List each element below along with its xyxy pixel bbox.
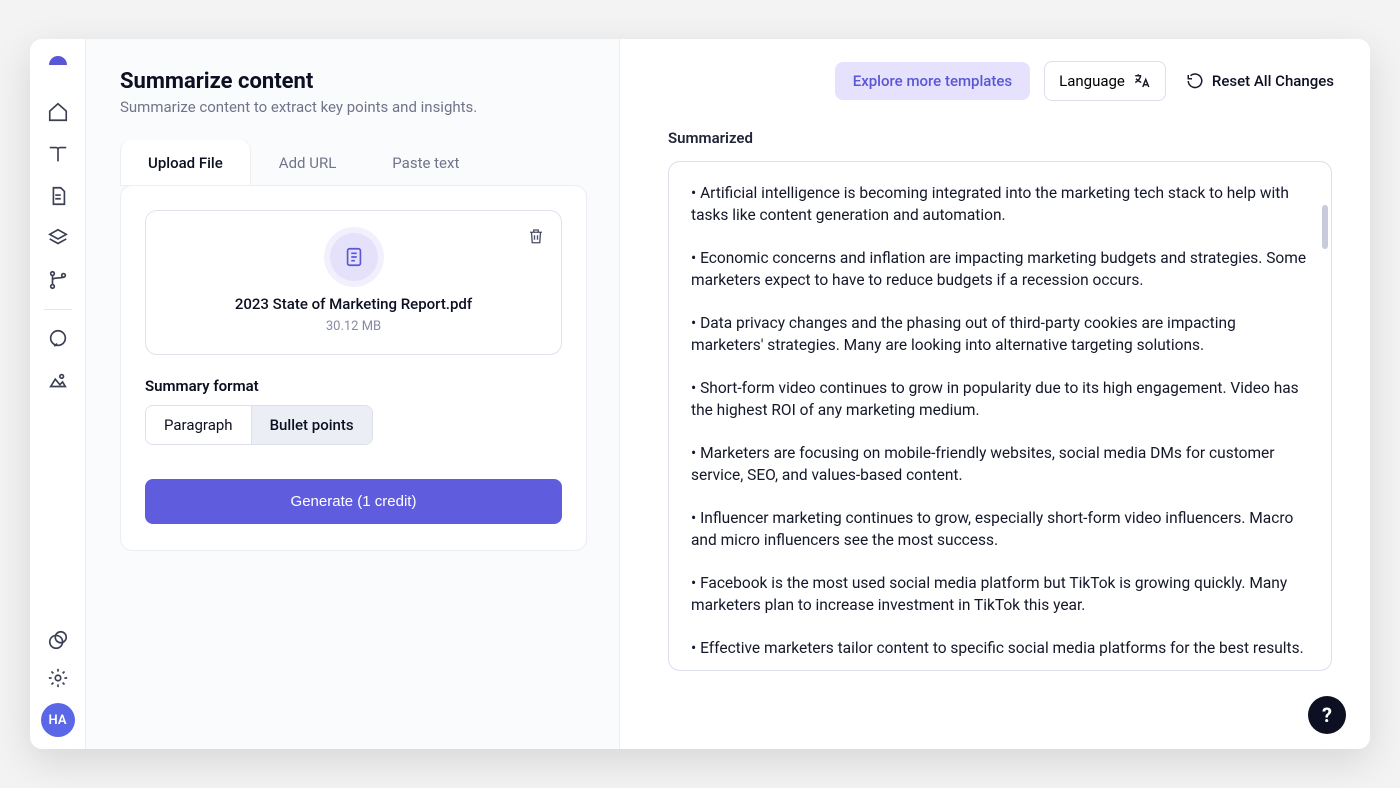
output-bullet: • Effective marketers tailor content to … — [691, 637, 1309, 659]
chat-icon[interactable] — [47, 328, 69, 350]
output-text: • Artificial intelligence is becoming in… — [668, 161, 1332, 671]
page-subtitle: Summarize content to extract key points … — [120, 98, 587, 116]
explore-templates-button[interactable]: Explore more templates — [835, 62, 1030, 100]
layers-icon[interactable] — [47, 227, 69, 249]
help-fab[interactable]: ? — [1308, 696, 1346, 734]
output-bullet: • Influencer marketing continues to grow… — [691, 507, 1309, 552]
file-size: 30.12 MB — [166, 319, 541, 334]
gear-icon[interactable] — [47, 667, 69, 689]
page-title: Summarize content — [120, 69, 587, 94]
sidebar: HA — [30, 39, 86, 749]
output-bullet: • Artificial intelligence is becoming in… — [691, 182, 1309, 227]
book-icon[interactable] — [47, 143, 69, 165]
output-bullet: • Data privacy changes and the phasing o… — [691, 312, 1309, 357]
summary-format-toggle: Paragraph Bullet points — [145, 405, 373, 445]
format-option-paragraph[interactable]: Paragraph — [146, 406, 252, 444]
translate-icon — [1133, 72, 1151, 90]
output-bullet: • Short-form video continues to grow in … — [691, 377, 1309, 422]
language-button[interactable]: Language — [1044, 61, 1166, 101]
file-icon — [330, 233, 378, 281]
file-name: 2023 State of Marketing Report.pdf — [166, 295, 541, 313]
config-panel: Summarize content Summarize content to e… — [86, 39, 620, 749]
trash-icon[interactable] — [527, 227, 545, 245]
image-icon[interactable] — [47, 370, 69, 392]
input-tabs: Upload File Add URL Paste text — [120, 140, 587, 186]
output-bullet: • Facebook is the most used social media… — [691, 572, 1309, 617]
token-icon[interactable] — [47, 629, 69, 651]
brand-logo-icon — [46, 53, 70, 77]
document-icon[interactable] — [47, 185, 69, 207]
format-option-bullet-points[interactable]: Bullet points — [252, 406, 372, 444]
tab-upload-file[interactable]: Upload File — [120, 140, 251, 186]
undo-icon — [1186, 72, 1204, 90]
output-bullet: • Marketers are focusing on mobile-frien… — [691, 442, 1309, 487]
output-bullet: • Economic concerns and inflation are im… — [691, 247, 1309, 292]
output-title: Summarized — [668, 129, 1332, 147]
upload-card: 2023 State of Marketing Report.pdf 30.12… — [120, 185, 587, 551]
reset-all-button[interactable]: Reset All Changes — [1180, 72, 1340, 90]
generate-button[interactable]: Generate (1 credit) — [145, 479, 562, 524]
language-button-label: Language — [1059, 72, 1125, 90]
reset-all-label: Reset All Changes — [1212, 72, 1334, 90]
branch-icon[interactable] — [47, 269, 69, 291]
user-avatar[interactable]: HA — [41, 703, 75, 737]
uploaded-file-box: 2023 State of Marketing Report.pdf 30.12… — [145, 210, 562, 355]
scrollbar-thumb[interactable] — [1322, 205, 1328, 249]
tab-add-url[interactable]: Add URL — [251, 140, 364, 186]
summary-format-label: Summary format — [145, 377, 562, 395]
tab-paste-text[interactable]: Paste text — [364, 140, 487, 186]
home-icon[interactable] — [47, 101, 69, 123]
output-panel: Explore more templates Language Reset Al… — [620, 39, 1370, 749]
